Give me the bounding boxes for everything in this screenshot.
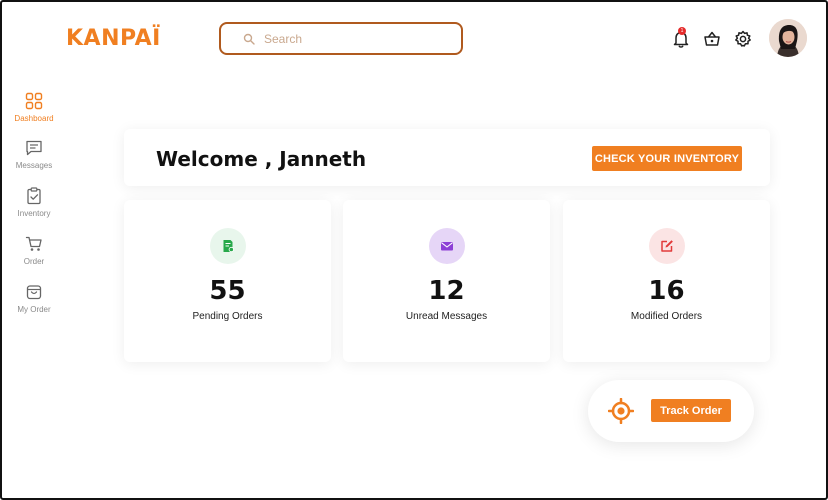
- stat-icon-circle: [648, 228, 685, 264]
- sidebar-item-label: Dashboard: [14, 114, 54, 123]
- stat-card-pending-orders[interactable]: 55 Pending Orders: [124, 200, 331, 362]
- track-order-widget: Track Order: [588, 380, 754, 442]
- gear-icon[interactable]: [733, 29, 753, 49]
- user-avatar[interactable]: [769, 19, 807, 57]
- cart-icon: [25, 236, 42, 251]
- grid-icon: [25, 92, 43, 110]
- sidebar-item-dashboard[interactable]: Dashboard: [8, 92, 60, 123]
- track-order-button[interactable]: Track Order: [651, 399, 731, 422]
- stat-value: 12: [428, 276, 465, 306]
- sidebar-item-my-order[interactable]: My Order: [8, 283, 60, 314]
- avatar-portrait-icon: [769, 19, 807, 57]
- sidebar-item-order[interactable]: Order: [8, 235, 60, 266]
- search-box[interactable]: [219, 22, 463, 55]
- stat-card-modified-orders[interactable]: 16 Modified Orders: [563, 200, 770, 362]
- stat-value: 55: [209, 276, 246, 306]
- stat-label: Pending Orders: [192, 311, 263, 322]
- sidebar-item-label: Order: [23, 257, 45, 266]
- stat-label: Modified Orders: [630, 311, 703, 322]
- stat-label: Unread Messages: [405, 311, 488, 322]
- bag-icon: [26, 285, 42, 300]
- stat-card-unread-messages[interactable]: 12 Unread Messages: [343, 200, 550, 362]
- edit-icon: [660, 240, 673, 252]
- stat-value: 16: [648, 276, 685, 306]
- search-input[interactable]: [264, 31, 444, 46]
- message-icon: [26, 140, 42, 156]
- stat-icon-circle: [428, 228, 465, 264]
- check-inventory-button[interactable]: CHECK YOUR INVENTORY: [592, 146, 742, 171]
- welcome-panel: Welcome , Janneth CHECK YOUR INVENTORY: [124, 129, 770, 186]
- sidebar-item-messages[interactable]: Messages: [8, 139, 60, 170]
- notification-badge: 1: [678, 27, 686, 35]
- order-doc-icon: [223, 240, 234, 253]
- sidebar-item-label: Messages: [15, 161, 53, 170]
- page-title: Welcome , Janneth: [156, 147, 367, 171]
- sidebar-item-label: My Order: [17, 305, 51, 314]
- crosshair-icon[interactable]: [608, 398, 634, 424]
- stat-icon-circle: [209, 228, 246, 264]
- sidebar-item-inventory[interactable]: Inventory: [8, 187, 60, 218]
- brand-logo[interactable]: KANPAÏ: [66, 26, 161, 51]
- basket-icon[interactable]: [702, 29, 722, 49]
- search-icon: [243, 33, 255, 45]
- clipboard-check-icon: [27, 187, 41, 205]
- sidebar-item-label: Inventory: [17, 209, 51, 218]
- envelope-icon: [440, 242, 453, 251]
